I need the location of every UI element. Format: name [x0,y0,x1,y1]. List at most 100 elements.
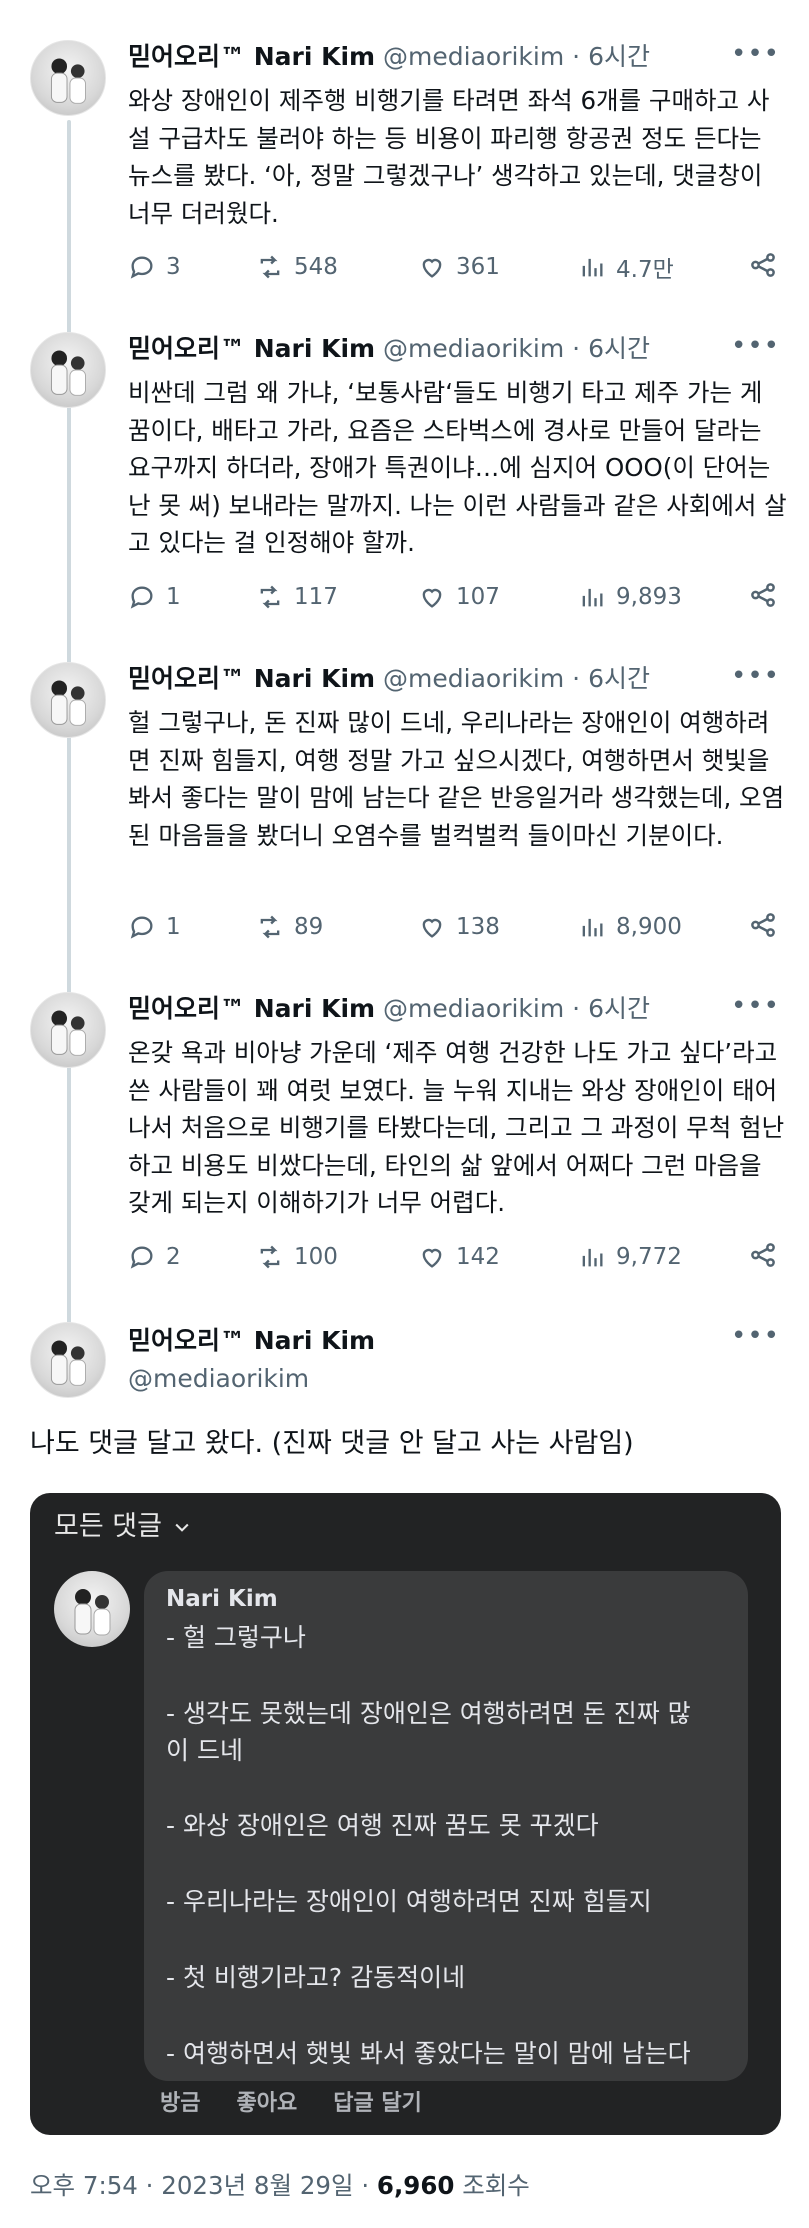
views-icon [582,258,603,277]
share-icon [751,913,775,937]
tweet-text: 헐 그렇구나, 돈 진짜 많이 드네, 우리나라는 장애인이 여행하려면 진짜 … [128,708,785,850]
avatar[interactable] [30,40,106,116]
like-button[interactable]: 138 [418,910,500,944]
more-icon[interactable]: ••• [731,41,779,70]
views-icon [582,918,603,937]
heart-icon [422,1248,442,1268]
separator-dot: · [572,994,581,1023]
comment-like-link: 좋아요 [236,2091,298,2116]
avatar[interactable] [30,332,106,408]
reply-count: 1 [166,584,181,610]
avatar[interactable] [30,992,106,1068]
separator-dot: · [572,334,581,363]
share-button[interactable] [748,250,778,286]
share-button[interactable] [748,910,778,946]
chevron-down-icon [175,1523,189,1532]
retweet-button[interactable]: 100 [256,1240,338,1274]
comment-filter: 모든 댓글 [54,1507,192,1547]
retweet-count: 100 [294,1244,338,1270]
reply-icon [130,916,153,939]
user-handle[interactable]: @mediaorikim [383,42,564,71]
display-name[interactable]: 믿어오리™ Nari Kim [128,664,375,693]
tweet-header: 믿어오리™ Nari Kim @mediaorikim · 6시간 [128,332,650,366]
retweet-button[interactable]: 548 [256,250,338,284]
reply-icon [130,586,153,609]
display-name[interactable]: 믿어오리™ Nari Kim [128,42,375,71]
share-button[interactable] [748,1240,778,1276]
tweet-text: 온갖 욕과 비아냥 가운데 ‘제주 여행 건강한 나도 가고 싶다’라고 쓴 사… [128,1038,785,1217]
views-count: 4.7만 [616,257,674,283]
like-button[interactable]: 142 [418,1240,500,1274]
tweet-text: 와상 장애인이 제주행 비행기를 타려면 좌석 6개를 구매하고 사설 구급차도… [128,86,770,228]
commenter-avatar [54,1571,130,1647]
thread-tweet[interactable]: 믿어오리™ Nari Kim @mediaorikim · 6시간 ••• 온갖… [0,992,809,1292]
views-button[interactable]: 8,900 [578,910,682,944]
retweet-icon [260,585,280,609]
retweet-count: 117 [294,584,338,610]
views-button[interactable]: 9,893 [578,580,682,614]
more-icon[interactable]: ••• [731,993,779,1022]
reply-button[interactable]: 3 [128,250,181,284]
tweet-actions: 3 548 361 4.7만 [128,250,778,284]
attached-image[interactable]: 모든 댓글 Nari Kim - 헐 그렇구나 - 생각도 못했는데 장애인은 … [30,1493,781,2135]
comment-line: 이 드네 [166,1736,243,1765]
more-icon[interactable]: ••• [731,333,779,362]
user-handle[interactable]: @mediaorikim [383,664,564,693]
comment-bubble: Nari Kim - 헐 그렇구나 - 생각도 못했는데 장애인은 여행하려면 … [144,1571,748,2081]
tweet-text: 비싼데 그럼 왜 가냐, ‘보통사람‘들도 비행기 타고 제주 가는 게 꿈이다… [128,378,787,557]
comment-reply-link: 답글 달기 [333,2091,422,2116]
reply-count: 2 [166,1244,181,1270]
like-button[interactable]: 107 [418,580,500,614]
views-button[interactable]: 9,772 [578,1240,682,1274]
tweet-time[interactable]: 6시간 [588,334,650,363]
views-button[interactable]: 4.7만 [578,250,674,284]
tweet-timestamp[interactable]: 오후 7:54 · 2023년 8월 29일 · [30,2171,377,2200]
views-total: 6,960 [376,2171,455,2200]
tweet-header: 믿어오리™ Nari Kim @mediaorikim · 6시간 [128,662,650,696]
comment-filter-label: 모든 댓글 [54,1511,162,1542]
views-count: 8,900 [616,914,682,940]
like-count: 361 [456,254,500,280]
tweet-text: 나도 댓글 달고 왔다. (진짜 댓글 안 달고 사는 사람임) [30,1428,634,1459]
more-icon[interactable]: ••• [731,663,779,692]
avatar[interactable] [30,662,106,738]
avatar[interactable] [30,1322,106,1398]
separator-dot: · [572,664,581,693]
thread-tweet[interactable]: 믿어오리™ Nari Kim @mediaorikim · 6시간 ••• 헐 … [0,662,809,962]
more-icon[interactable]: ••• [731,1323,779,1352]
retweet-button[interactable]: 117 [256,580,338,614]
tweet-time[interactable]: 6시간 [588,42,650,71]
tweet-time[interactable]: 6시간 [588,994,650,1023]
views-icon [582,588,603,607]
reply-count: 3 [166,254,181,280]
like-count: 107 [456,584,500,610]
user-handle[interactable]: @mediaorikim [383,334,564,363]
tweet-time[interactable]: 6시간 [588,664,650,693]
display-name[interactable]: 믿어오리™ Nari Kim [128,994,375,1023]
share-icon [751,583,775,607]
tweet-actions: 1 89 138 8,900 [128,910,778,944]
display-name[interactable]: 믿어오리™ Nari Kim [128,334,375,363]
user-handle[interactable]: @mediaorikim [383,994,564,1023]
retweet-button[interactable]: 89 [256,910,323,944]
reply-icon [130,256,153,279]
retweet-icon [260,1245,280,1269]
like-button[interactable]: 361 [418,250,500,284]
reply-button[interactable]: 1 [128,580,181,614]
reply-button[interactable]: 2 [128,1240,181,1274]
user-handle[interactable]: @mediaorikim [128,1362,309,1396]
comment-line: - 헐 그렇구나 [166,1623,306,1652]
tweet-actions: 1 117 107 9,893 [128,580,778,614]
commenter-name: Nari Kim [166,1586,278,1612]
retweet-count: 548 [294,254,338,280]
views-count: 9,893 [616,584,682,610]
retweet-icon [260,915,280,939]
reply-button[interactable]: 1 [128,910,181,944]
share-button[interactable] [748,580,778,616]
thread-tweet[interactable]: 믿어오리™ Nari Kim @mediaorikim · 6시간 ••• 와상… [0,40,809,310]
reply-icon [130,1246,153,1269]
heart-icon [422,588,442,608]
heart-icon [422,258,442,278]
thread-tweet[interactable]: 믿어오리™ Nari Kim @mediaorikim · 6시간 ••• 비싼… [0,332,809,632]
display-name[interactable]: 믿어오리™ Nari Kim [128,1324,375,1358]
